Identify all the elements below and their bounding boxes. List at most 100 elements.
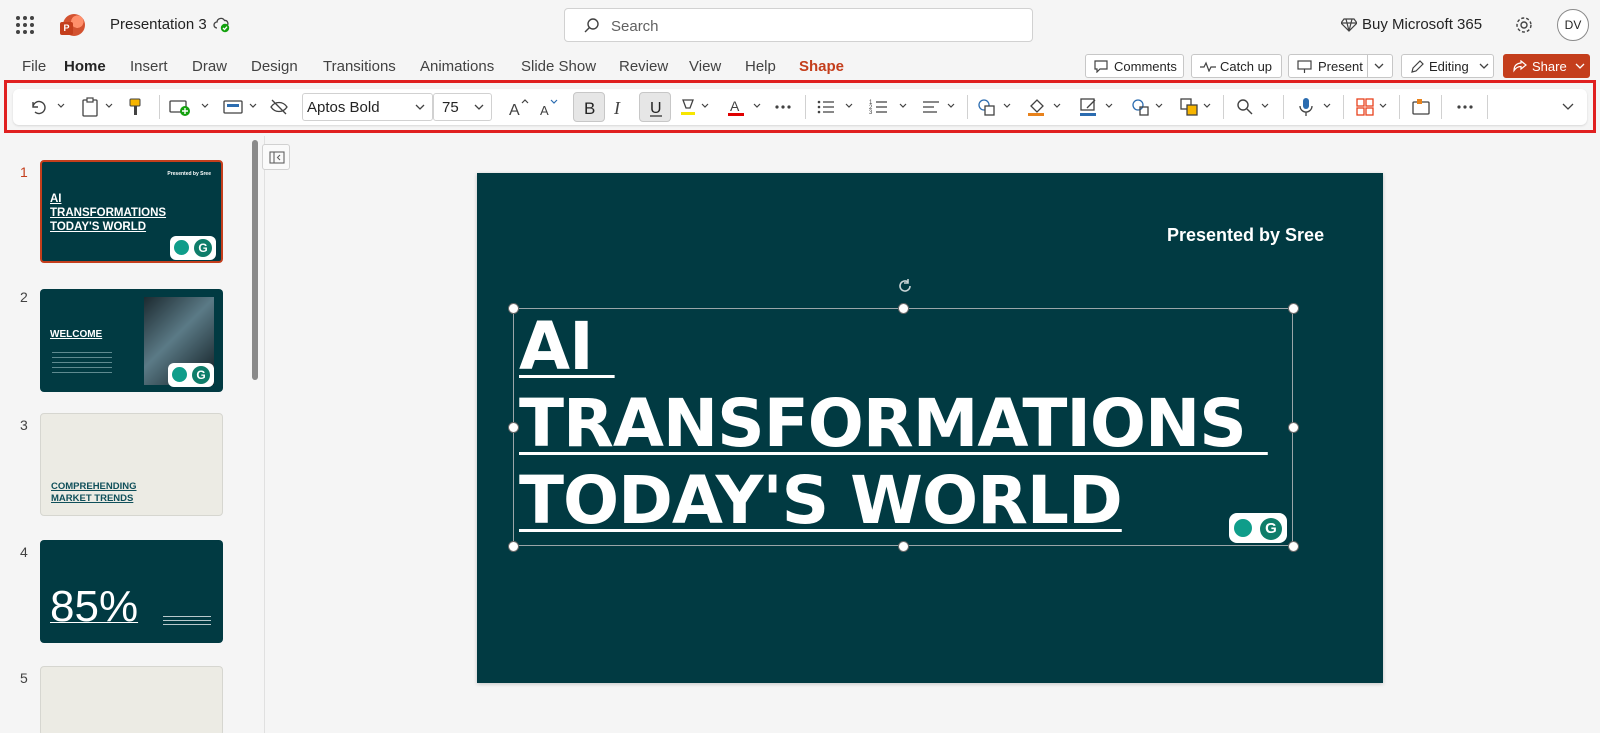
- font-name-combobox[interactable]: Aptos Bold: [302, 93, 433, 121]
- chevron-down-icon[interactable]: [753, 102, 761, 110]
- rotate-handle-icon[interactable]: [897, 278, 913, 294]
- bullets-icon[interactable]: [816, 95, 836, 119]
- tab-animations[interactable]: Animations: [420, 58, 494, 75]
- tab-review[interactable]: Review: [619, 58, 668, 75]
- chevron-down-icon[interactable]: [1374, 63, 1384, 70]
- more-options-icon[interactable]: [1455, 95, 1475, 119]
- font-size-combobox[interactable]: 75: [433, 93, 492, 121]
- format-painter-icon[interactable]: [127, 95, 143, 119]
- chevron-down-icon[interactable]: [1155, 102, 1163, 110]
- designer-icon[interactable]: [1355, 95, 1375, 119]
- slide-thumbnail-pane[interactable]: 1 Presented by Sree AI TRANSFORMATIONS T…: [0, 136, 265, 733]
- slide-thumbnail-3[interactable]: COMPREHENDING MARKET TRENDS: [40, 413, 223, 516]
- more-font-options-icon[interactable]: [773, 95, 793, 119]
- new-slide-icon[interactable]: [169, 95, 191, 119]
- resize-handle[interactable]: [1288, 422, 1299, 433]
- document-title[interactable]: Presentation 3: [110, 16, 207, 33]
- shape-effects-icon[interactable]: [1131, 95, 1151, 119]
- tab-shape[interactable]: Shape: [799, 58, 844, 75]
- chevron-down-icon[interactable]: [201, 102, 209, 110]
- tab-view[interactable]: View: [689, 58, 721, 75]
- font-color-icon[interactable]: A: [727, 95, 745, 119]
- increase-font-size-icon[interactable]: A: [508, 95, 530, 119]
- align-text-icon[interactable]: [921, 95, 941, 119]
- resize-handle[interactable]: [1288, 541, 1299, 552]
- resize-handle[interactable]: [1288, 303, 1299, 314]
- present-button[interactable]: Present: [1288, 54, 1393, 78]
- undo-icon[interactable]: [28, 95, 48, 119]
- collapse-panel-icon: [269, 151, 285, 164]
- chevron-down-icon[interactable]: [1261, 102, 1269, 110]
- tab-design[interactable]: Design: [251, 58, 298, 75]
- shape-fill-icon[interactable]: [1027, 95, 1047, 119]
- slide-thumbnail-5[interactable]: [40, 666, 223, 733]
- chevron-down-icon[interactable]: [845, 102, 853, 110]
- chevron-down-icon[interactable]: [1323, 102, 1331, 110]
- tab-help[interactable]: Help: [745, 58, 776, 75]
- dictate-microphone-icon[interactable]: [1297, 95, 1315, 119]
- slide-canvas[interactable]: Presented by Sree AI TRANSFORMATIONS TOD…: [477, 173, 1383, 683]
- chevron-down-icon[interactable]: [1053, 102, 1061, 110]
- slide-number: 3: [20, 417, 28, 433]
- resize-handle[interactable]: [898, 303, 909, 314]
- addin-badge[interactable]: G: [1229, 513, 1287, 543]
- chevron-down-icon[interactable]: [1105, 102, 1113, 110]
- search-box[interactable]: Search: [564, 8, 1033, 42]
- chevron-down-icon[interactable]: [1003, 102, 1011, 110]
- slide-layout-icon[interactable]: [223, 95, 243, 119]
- thumbnail-scrollbar[interactable]: [252, 140, 258, 380]
- separator: [1441, 95, 1442, 119]
- tab-transitions[interactable]: Transitions: [323, 58, 396, 75]
- slide-title-text[interactable]: AI TRANSFORMATIONS TODAY'S WORLD: [519, 308, 1268, 539]
- editing-mode-button[interactable]: Editing: [1401, 54, 1494, 78]
- resize-handle[interactable]: [508, 541, 519, 552]
- italic-icon[interactable]: I: [611, 95, 629, 119]
- slide-thumbnail-2[interactable]: WELCOME G: [40, 289, 223, 392]
- chevron-down-icon[interactable]: [1203, 102, 1211, 110]
- highlighter-icon[interactable]: [679, 95, 697, 119]
- resize-handle[interactable]: [898, 541, 909, 552]
- chevron-down-icon[interactable]: [57, 102, 65, 110]
- tab-insert[interactable]: Insert: [130, 58, 168, 75]
- shapes-icon[interactable]: [977, 95, 997, 119]
- numbering-icon[interactable]: 123: [869, 95, 889, 119]
- find-search-icon[interactable]: [1235, 95, 1255, 119]
- tab-slide-show[interactable]: Slide Show: [521, 58, 596, 75]
- home-ribbon-toolbar: Aptos Bold 75 A A B I U A 123: [4, 80, 1596, 133]
- powerpoint-logo-icon: [60, 14, 85, 36]
- presented-by-text[interactable]: Presented by Sree: [1167, 225, 1324, 246]
- tab-home[interactable]: Home: [64, 58, 106, 75]
- chevron-down-icon[interactable]: [105, 102, 113, 110]
- tab-draw[interactable]: Draw: [192, 58, 227, 75]
- resize-handle[interactable]: [508, 303, 519, 314]
- slide-thumbnail-1[interactable]: Presented by Sree AI TRANSFORMATIONS TOD…: [40, 160, 223, 263]
- expand-ribbon-chevron-icon[interactable]: [1561, 99, 1575, 113]
- comments-button[interactable]: Comments: [1085, 54, 1184, 78]
- tab-file[interactable]: File: [22, 58, 46, 75]
- bold-button[interactable]: B: [573, 92, 605, 122]
- chevron-down-icon[interactable]: [249, 102, 257, 110]
- shape-outline-icon[interactable]: [1079, 95, 1099, 119]
- chevron-down-icon[interactable]: [701, 102, 709, 110]
- user-avatar[interactable]: DV: [1557, 9, 1589, 41]
- arrange-icon[interactable]: [1179, 95, 1199, 119]
- separator: [1399, 95, 1400, 119]
- collapse-pane-button[interactable]: [262, 144, 290, 170]
- underline-button[interactable]: U: [639, 92, 671, 122]
- buy-microsoft-365-link[interactable]: Buy Microsoft 365: [1362, 16, 1482, 33]
- settings-gear-icon[interactable]: [1514, 15, 1534, 35]
- paste-clipboard-icon[interactable]: [81, 95, 99, 119]
- share-button[interactable]: Share: [1503, 54, 1590, 78]
- add-ins-icon[interactable]: [1411, 95, 1431, 119]
- resize-handle[interactable]: [508, 422, 519, 433]
- chevron-down-icon[interactable]: [947, 102, 955, 110]
- svg-text:U: U: [650, 100, 662, 117]
- chevron-down-icon[interactable]: [899, 102, 907, 110]
- decrease-font-size-icon[interactable]: A: [539, 95, 561, 119]
- hide-slide-icon[interactable]: [269, 95, 289, 119]
- chevron-down-icon[interactable]: [1379, 102, 1387, 110]
- catch-up-button[interactable]: Catch up: [1191, 54, 1282, 78]
- app-launcher-icon[interactable]: [16, 16, 34, 34]
- slide-thumbnail-4[interactable]: 85%: [40, 540, 223, 643]
- thumb-title: WELCOME: [50, 329, 103, 340]
